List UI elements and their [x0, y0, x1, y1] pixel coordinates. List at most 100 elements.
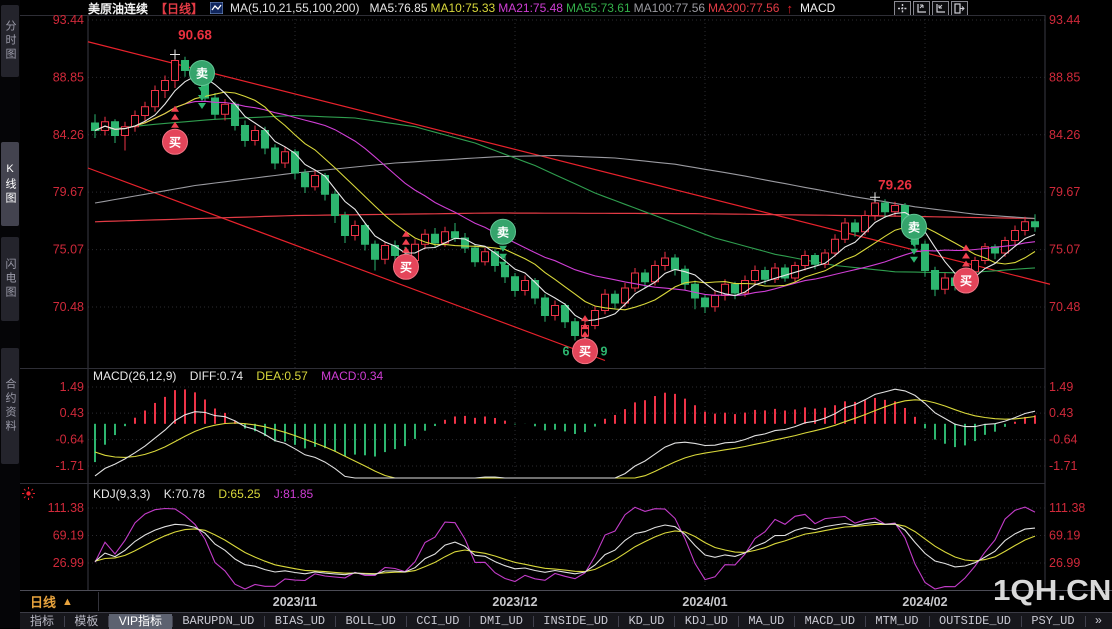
- svg-text:84.26: 84.26: [53, 128, 84, 142]
- svg-text:-1.71: -1.71: [56, 459, 85, 473]
- tabs-overflow-button[interactable]: »: [1085, 614, 1112, 629]
- svg-text:70.48: 70.48: [1049, 300, 1080, 314]
- tab-item[interactable]: KD_UD: [618, 614, 674, 629]
- tab-item[interactable]: MACD_UD: [795, 614, 865, 629]
- svg-text:26.99: 26.99: [1049, 556, 1080, 570]
- svg-text:88.85: 88.85: [53, 70, 84, 84]
- kdj-header: KDJ(9,3,3) K:70.78 D:65.25 J:81.85: [93, 487, 313, 501]
- chart-canvas[interactable]: 93.44 93.44 88.85 88.85 84.26 84.26 79.67 79.67…: [0, 0, 1112, 628]
- swing-price-label: 90.68: [178, 27, 212, 42]
- svg-text:69.19: 69.19: [53, 529, 84, 543]
- svg-text:70.48: 70.48: [53, 300, 84, 314]
- svg-text:0.43: 0.43: [1049, 406, 1073, 420]
- svg-text:1.49: 1.49: [60, 380, 84, 394]
- svg-text:卖: 卖: [908, 219, 920, 234]
- tab-item[interactable]: 指标: [20, 614, 64, 629]
- macd-name: MACD(26,12,9): [93, 369, 176, 383]
- macd-header: MACD(26,12,9) DIFF:0.74 DEA:0.57 MACD:0.…: [93, 369, 383, 383]
- ma-values: MA5:76.85MA10:75.33MA21:75.48MA55:73.61M…: [366, 1, 779, 15]
- sidebar-item-contract-info[interactable]: 合约资料: [1, 348, 19, 464]
- tab-item[interactable]: BARUPDN_UD: [172, 614, 264, 629]
- svg-text:79.67: 79.67: [1049, 185, 1080, 199]
- ma-value: MA5:76.85: [369, 1, 427, 15]
- svg-text:6: 6: [563, 345, 570, 359]
- kdj-j-value: J:81.85: [274, 487, 313, 501]
- tab-item[interactable]: BIAS_UD: [265, 614, 335, 629]
- candles-layer: [92, 55, 1039, 342]
- svg-text:卖: 卖: [497, 224, 509, 239]
- macd-dea-value: DEA:0.57: [256, 369, 307, 383]
- svg-text:买: 买: [400, 260, 412, 274]
- date-label: 2023/12: [492, 595, 537, 609]
- svg-text:111.38: 111.38: [1049, 501, 1085, 515]
- ma-settings-label: MA(5,10,21,55,100,200): [230, 1, 359, 15]
- svg-text:88.85: 88.85: [1049, 70, 1080, 84]
- indicator-settings-icon[interactable]: [21, 486, 36, 506]
- tab-item[interactable]: MA_UD: [738, 614, 794, 629]
- macd-diff-value: DIFF:0.74: [190, 369, 243, 383]
- kdj-layer: [95, 507, 1035, 589]
- svg-text:111.38: 111.38: [48, 501, 84, 515]
- footer-divider: [0, 590, 1112, 591]
- tab-item[interactable]: PSY_UD: [1021, 614, 1084, 629]
- svg-text:9: 9: [601, 345, 608, 359]
- svg-text:75.07: 75.07: [1049, 243, 1080, 257]
- svg-text:93.44: 93.44: [53, 13, 84, 27]
- period-up-arrow-icon: ▲: [62, 596, 73, 608]
- svg-text:买: 买: [169, 135, 181, 149]
- period-selector[interactable]: 日线 ▲: [20, 592, 99, 611]
- svg-text:1.49: 1.49: [1049, 380, 1073, 394]
- swing-price-label: 79.26: [878, 177, 912, 192]
- svg-text:75.07: 75.07: [53, 243, 84, 257]
- swing-cross-marks: [170, 50, 880, 347]
- kdj-name: KDJ(9,3,3): [93, 487, 150, 501]
- kdj-k-value: K:70.78: [164, 487, 205, 501]
- date-label: 2024/02: [902, 595, 947, 609]
- sidebar-item-time-chart[interactable]: 分时图: [1, 5, 19, 77]
- sidebar-item-flash-chart[interactable]: 闪电图: [1, 237, 19, 321]
- tab-item[interactable]: OUTSIDE_UD: [929, 614, 1021, 629]
- ma-value: MA10:75.33: [431, 1, 496, 15]
- tab-item[interactable]: DMI_UD: [470, 614, 533, 629]
- tab-item[interactable]: MTM_UD: [865, 614, 928, 629]
- kdj-d-value: D:65.25: [218, 487, 260, 501]
- watermark: 1QH.CN: [993, 575, 1111, 608]
- tab-item[interactable]: INSIDE_UD: [533, 614, 618, 629]
- app-window: 93.44 93.44 88.85 88.85 84.26 84.26 79.67 79.67…: [0, 0, 1112, 628]
- price-labels: 90.68 79.26: [178, 27, 912, 192]
- svg-text:0.43: 0.43: [60, 406, 84, 420]
- ma-value: MA200:77.56: [708, 1, 779, 15]
- svg-text:69.19: 69.19: [1049, 529, 1080, 543]
- date-label: 2023/11: [273, 595, 318, 609]
- macd-layer: [95, 389, 1035, 478]
- svg-text:93.44: 93.44: [1049, 13, 1080, 27]
- tab-item[interactable]: CCI_UD: [406, 614, 469, 629]
- svg-text:-1.71: -1.71: [1049, 459, 1078, 473]
- ma-value: MA100:77.56: [634, 1, 705, 15]
- period-tag: 【日线】: [155, 0, 203, 17]
- svg-text:-0.64: -0.64: [56, 433, 85, 447]
- sidebar-item-kline-chart[interactable]: K线图: [1, 142, 19, 226]
- indicator-tab-bar: 指标模板VIP指标BARUPDN_UDBIAS_UDBOLL_UDCCI_UDD…: [20, 612, 1112, 629]
- tab-item[interactable]: 模板: [64, 614, 108, 629]
- date-label: 2024/01: [682, 595, 727, 609]
- svg-text:26.99: 26.99: [53, 556, 84, 570]
- mini-chart-icon: [210, 2, 223, 14]
- svg-text:84.26: 84.26: [1049, 128, 1080, 142]
- trend-up-arrow-icon: ↑: [786, 1, 793, 16]
- left-sidebar: 分时图 K线图 闪电图 合约资料: [0, 0, 20, 628]
- ma-value: MA21:75.48: [498, 1, 563, 15]
- macd-macd-value: MACD:0.34: [321, 369, 383, 383]
- tab-item[interactable]: KDJ_UD: [675, 614, 738, 629]
- ma-value: MA55:73.61: [566, 1, 631, 15]
- tab-item[interactable]: VIP指标: [109, 614, 172, 629]
- instrument-title: 美原油连续: [88, 0, 148, 17]
- panel-frame: [20, 15, 1045, 590]
- top-bar: 美原油连续 【日线】 MA(5,10,21,55,100,200) MA5:76…: [88, 0, 1048, 16]
- signal-markers[interactable]: 卖买卖买买69卖买: [163, 61, 979, 364]
- svg-text:79.67: 79.67: [53, 185, 84, 199]
- svg-text:买: 买: [960, 274, 972, 288]
- tab-item[interactable]: BOLL_UD: [335, 614, 405, 629]
- active-indicator-label: MACD: [800, 1, 835, 15]
- period-label: 日线: [30, 592, 56, 611]
